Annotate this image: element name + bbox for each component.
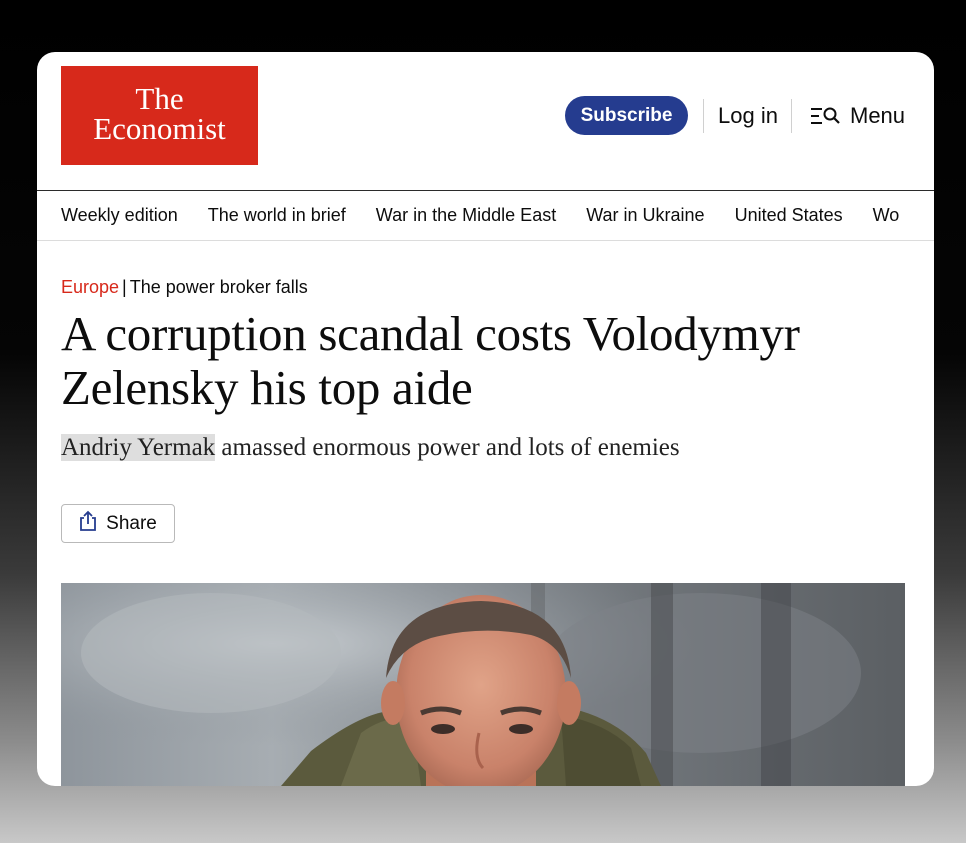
article-hero-image [61, 583, 905, 786]
nav-item-truncated[interactable]: Wo [873, 205, 900, 226]
share-button[interactable]: Share [61, 504, 175, 543]
fly-title: The power broker falls [129, 277, 308, 297]
site-header: The Economist Subscribe Log in Menu [37, 52, 934, 191]
standfirst-text: amassed enormous power and lots of enemi… [215, 434, 680, 461]
nav-item-world-in-brief[interactable]: The world in brief [208, 205, 346, 226]
highlighted-text: Andriy Yermak [61, 434, 216, 461]
subscribe-button[interactable]: Subscribe [565, 96, 688, 135]
menu-label: Menu [850, 103, 906, 128]
rubric-separator: | [122, 277, 127, 297]
nav-item-war-ukraine[interactable]: War in Ukraine [586, 205, 704, 226]
article-standfirst: Andriy Yermak amassed enormous power and… [61, 431, 680, 465]
browser-card: The Economist Subscribe Log in Menu Week… [37, 52, 934, 786]
logo-line-1: The [135, 81, 184, 116]
menu-button[interactable]: Menu [810, 102, 905, 130]
search-menu-icon [810, 106, 842, 126]
article-headline: A corruption scandal costs Volodymyr Zel… [61, 306, 800, 415]
header-divider [791, 99, 792, 133]
logo-line-2: Economist [93, 111, 226, 146]
article-rubric: Europe | The power broker falls [61, 275, 308, 299]
nav-item-weekly-edition[interactable]: Weekly edition [61, 205, 178, 226]
economist-logo[interactable]: The Economist [61, 66, 258, 165]
login-link[interactable]: Log in [718, 102, 778, 130]
nav-overflow-mask [905, 191, 934, 240]
nav-item-united-states[interactable]: United States [735, 205, 843, 226]
share-label: Share [106, 512, 157, 534]
header-divider [703, 99, 704, 133]
nav-item-war-middle-east[interactable]: War in the Middle East [376, 205, 556, 226]
section-link[interactable]: Europe [61, 277, 119, 297]
nav-list: Weekly edition The world in brief War in… [61, 191, 929, 240]
share-icon [79, 510, 97, 538]
section-nav: Weekly edition The world in brief War in… [37, 191, 934, 241]
